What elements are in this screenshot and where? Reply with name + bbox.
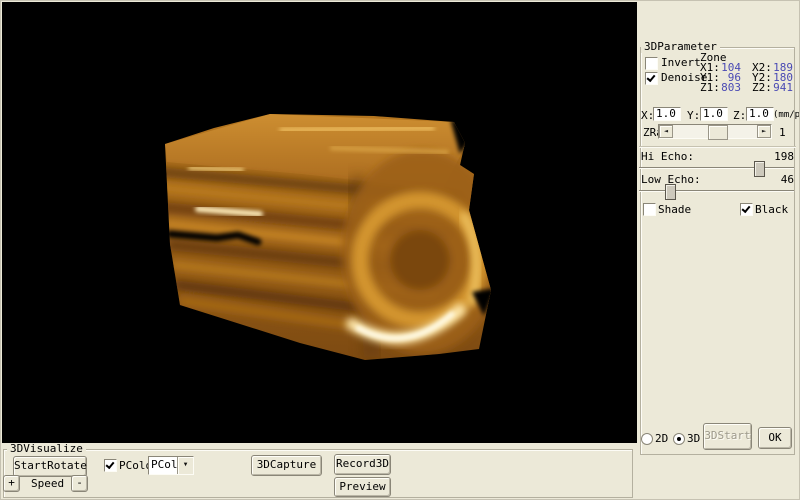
low-echo-slider[interactable]: [639, 183, 794, 199]
volume-render: [2, 2, 637, 443]
parameter-panel: 3DParameter Invert Denoise Zone X1: 104 …: [637, 0, 800, 500]
shade-checkbox[interactable]: [643, 203, 656, 216]
mode-2d-label: 2D: [655, 433, 668, 445]
record3d-button[interactable]: Record3D: [334, 454, 391, 475]
zone-z2-value: 941: [761, 82, 793, 94]
invert-label: Invert: [661, 57, 701, 69]
pcolor-select[interactable]: PColor ▼: [148, 456, 194, 475]
scale-y-label: Y:: [687, 110, 700, 122]
render-viewport[interactable]: [2, 2, 637, 443]
scale-unit-label: (mm/p): [773, 111, 800, 121]
hi-echo-track: [639, 167, 794, 169]
mode-3d-label: 3D: [687, 433, 700, 445]
mode-2d-radio[interactable]: [641, 433, 653, 445]
speed-plus-button[interactable]: +: [3, 475, 20, 492]
zone-z1-value: 803: [709, 82, 741, 94]
parameter-group-title: 3DParameter: [641, 41, 720, 53]
3dcapture-button[interactable]: 3DCapture: [251, 455, 322, 476]
zrate-scroll-track[interactable]: [673, 125, 757, 138]
pcolor-select-value: PColor: [149, 459, 177, 471]
scale-z-label: Z:: [733, 110, 746, 122]
speed-label: Speed: [31, 478, 64, 490]
invert-checkbox[interactable]: [645, 57, 658, 70]
ok-button[interactable]: OK: [758, 427, 792, 449]
visualize-group-title: 3DVisualize: [7, 443, 86, 455]
scale-x-input[interactable]: [653, 107, 681, 121]
hi-echo-thumb[interactable]: [754, 161, 765, 177]
pcolor-checkbox[interactable]: [104, 459, 117, 472]
zrate-value: 1: [779, 127, 786, 139]
low-echo-track: [639, 190, 794, 192]
denoise-checkbox[interactable]: [645, 72, 658, 85]
zrate-scroll-left-icon[interactable]: ◄: [659, 125, 673, 138]
mode-3d-radio[interactable]: [673, 433, 685, 445]
preview-button[interactable]: Preview: [334, 477, 391, 497]
separator: [639, 146, 796, 148]
zrate-scrollbar[interactable]: ◄ ►: [658, 124, 772, 139]
low-echo-thumb[interactable]: [665, 184, 676, 200]
scale-y-input[interactable]: [700, 107, 728, 121]
scale-z-input[interactable]: [746, 107, 774, 121]
chevron-down-icon[interactable]: ▼: [177, 457, 193, 474]
start-rotate-button[interactable]: StartRotate: [13, 456, 87, 477]
speed-minus-button[interactable]: -: [71, 475, 88, 492]
3dstart-button[interactable]: 3DStart: [703, 423, 752, 450]
black-label: Black: [755, 204, 788, 216]
black-checkbox[interactable]: [740, 203, 753, 216]
zrate-scroll-right-icon[interactable]: ►: [757, 125, 771, 138]
zrate-scroll-thumb[interactable]: [708, 125, 728, 140]
shade-label: Shade: [658, 204, 691, 216]
